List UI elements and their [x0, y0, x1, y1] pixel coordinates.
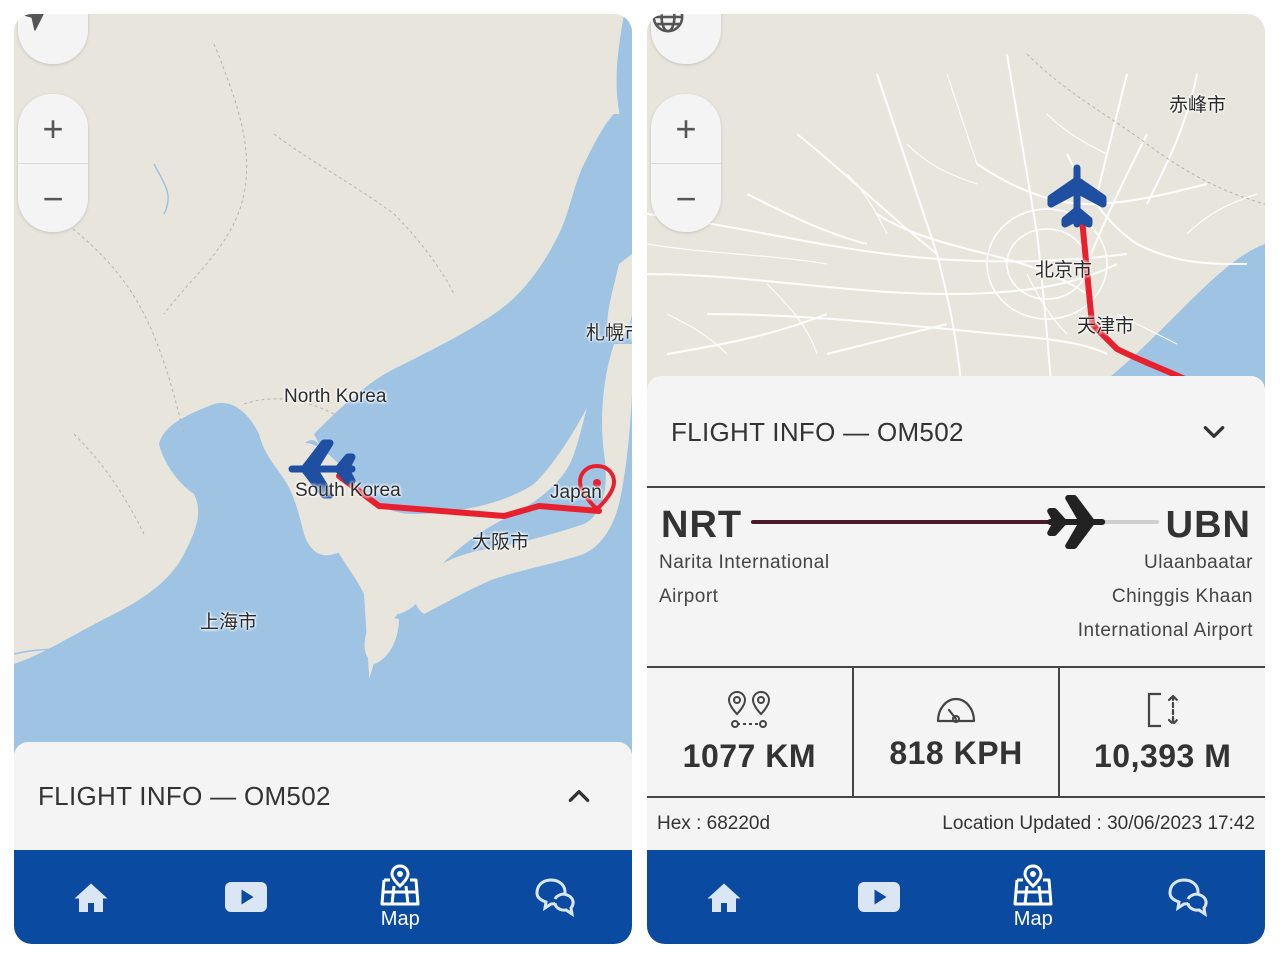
nav-map-label: Map — [1013, 907, 1053, 930]
flight-map-zoomed[interactable]: 赤峰市 北京市 天津市 + − — [647, 14, 1265, 394]
origin-name-line: Airport — [659, 586, 719, 607]
flight-progress — [751, 495, 1159, 549]
map-icon — [1013, 863, 1053, 905]
map-label-beijing: 北京市 — [1035, 260, 1093, 281]
flight-stats: 1077 KM 818 KPH 10,393 M — [647, 666, 1265, 798]
destination-name-line: International Airport — [1077, 620, 1253, 641]
distance-value: 1077 KM — [682, 737, 816, 774]
bottom-nav: Map — [647, 850, 1265, 944]
flight-details: NRT UBN Narita International Airport Ula… — [647, 486, 1265, 852]
nav-chat[interactable] — [505, 877, 605, 917]
nav-video[interactable] — [829, 882, 929, 912]
video-icon — [224, 882, 267, 912]
map-icon — [380, 863, 420, 905]
zoom-out-button[interactable]: − — [651, 164, 721, 233]
map-canvas-zoomed — [647, 14, 1265, 394]
map-label-shanghai: 上海市 — [200, 612, 258, 633]
nav-map[interactable]: Map — [983, 863, 1083, 931]
right-screen: 赤峰市 北京市 天津市 + − FLIGHT INFO — OM502 NRT … — [647, 14, 1265, 944]
globe-icon — [652, 14, 684, 33]
destination-name-line: Ulaanbaatar — [1143, 552, 1253, 573]
nav-chat[interactable] — [1138, 877, 1238, 917]
route-row: NRT UBN Narita International Airport Ula… — [647, 488, 1265, 666]
video-icon — [857, 882, 900, 912]
left-screen: North Korea South Korea Japan 大阪市 上海市 札幌… — [14, 14, 632, 944]
destination-code: UBN — [1165, 504, 1251, 546]
flight-map[interactable]: North Korea South Korea Japan 大阪市 上海市 札幌… — [14, 14, 632, 754]
zoom-control: + − — [18, 94, 88, 232]
stat-altitude: 10,393 M — [1058, 668, 1265, 796]
distance-pins-icon — [728, 690, 771, 728]
home-icon — [707, 883, 741, 912]
nav-map-label: Map — [380, 907, 420, 930]
flight-meta: Hex : 68220d Location Updated : 30/06/20… — [647, 796, 1265, 852]
home-icon — [74, 883, 108, 912]
flight-info-title: FLIGHT INFO — OM502 — [671, 416, 964, 447]
map-label-japan: Japan — [550, 482, 602, 503]
origin-name-line: Narita International — [659, 552, 830, 573]
chat-icon — [1168, 878, 1208, 917]
map-label-osaka: 大阪市 — [472, 532, 530, 553]
map-label-chifeng: 赤峰市 — [1169, 95, 1227, 116]
chevron-down-icon[interactable] — [1201, 419, 1227, 445]
zoom-out-button[interactable]: − — [18, 164, 88, 233]
map-label-north-korea: North Korea — [284, 386, 387, 407]
map-label-south-korea: South Korea — [295, 480, 401, 501]
altitude-icon — [1147, 692, 1178, 727]
nav-map[interactable]: Map — [350, 863, 450, 931]
nav-home[interactable] — [41, 880, 141, 914]
origin-airport-name: Narita International Airport — [659, 546, 830, 614]
speedometer-icon — [936, 697, 976, 723]
map-label-sapporo: 札幌市 — [586, 323, 632, 344]
nav-video[interactable] — [196, 882, 296, 912]
speed-value: 818 KPH — [889, 734, 1023, 771]
hex-code: Hex : 68220d — [657, 813, 771, 834]
nav-home[interactable] — [674, 880, 774, 914]
bottom-nav: Map — [14, 850, 632, 944]
map-canvas — [14, 14, 632, 754]
plane-icon — [21, 14, 44, 31]
zoom-in-button[interactable]: + — [651, 94, 721, 164]
stat-distance: 1077 KM — [647, 668, 852, 796]
chat-icon — [535, 878, 575, 917]
flight-info-header[interactable]: FLIGHT INFO — OM502 — [647, 376, 1265, 488]
chevron-up-icon[interactable] — [566, 783, 592, 809]
flight-info-header[interactable]: FLIGHT INFO — OM502 — [14, 742, 632, 850]
flight-info-title: FLIGHT INFO — OM502 — [38, 780, 331, 811]
map-label-tianjin: 天津市 — [1077, 316, 1135, 337]
stat-speed: 818 KPH — [851, 668, 1059, 796]
altitude-value: 10,393 M — [1093, 737, 1232, 774]
zoom-in-button[interactable]: + — [18, 94, 88, 164]
location-updated: Location Updated : 30/06/2023 17:42 — [942, 813, 1255, 834]
origin-code: NRT — [661, 504, 743, 546]
destination-name-line: Chinggis Khaan — [1111, 586, 1253, 607]
progress-plane-icon — [1047, 495, 1106, 549]
zoom-control: + − — [651, 94, 721, 232]
destination-airport-name: Ulaanbaatar Chinggis Khaan International… — [1078, 546, 1253, 648]
